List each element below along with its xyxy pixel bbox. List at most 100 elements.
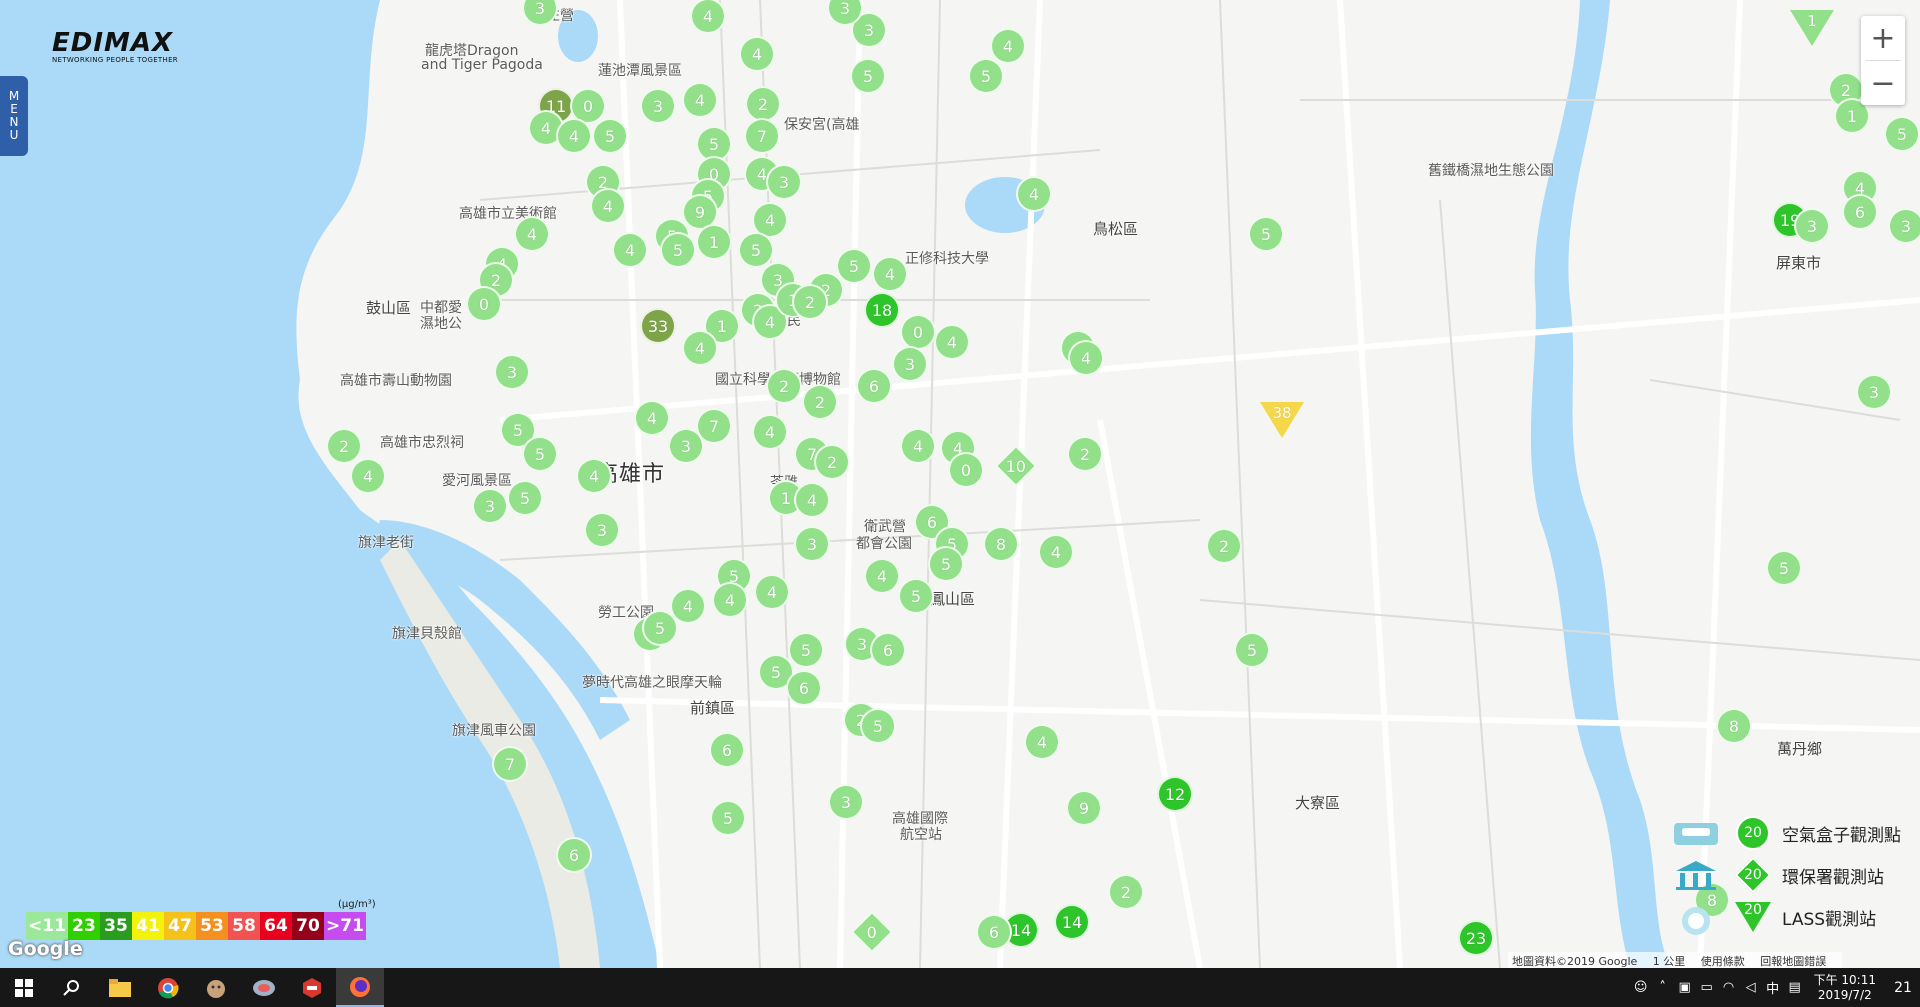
app-icon-red[interactable] — [288, 968, 336, 1007]
airbox-marker[interactable]: 4 — [350, 458, 386, 494]
attribution-terms-link[interactable]: 使用條款 — [1701, 955, 1745, 968]
zoom-out-button[interactable]: − — [1861, 61, 1905, 105]
airbox-marker[interactable]: 33 — [640, 308, 676, 344]
keyboard-icon[interactable]: ▤ — [1784, 980, 1806, 995]
chrome-icon[interactable] — [144, 968, 192, 1007]
airbox-marker[interactable]: 3 — [1794, 208, 1830, 244]
airbox-marker[interactable]: 5 — [642, 610, 678, 646]
airbox-marker[interactable]: 6 — [976, 914, 1012, 950]
airbox-marker[interactable]: 4 — [682, 82, 718, 118]
airbox-marker[interactable]: 5 — [507, 480, 543, 516]
airbox-marker[interactable]: 3 — [794, 526, 830, 562]
airbox-marker[interactable]: 3 — [892, 346, 928, 382]
file-explorer-icon[interactable] — [96, 968, 144, 1007]
airbox-marker[interactable]: 9 — [1066, 790, 1102, 826]
airbox-marker[interactable]: 5 — [788, 632, 824, 668]
airbox-marker[interactable]: 5 — [860, 708, 896, 744]
airbox-marker[interactable]: 8 — [1716, 708, 1752, 744]
airbox-marker[interactable]: 8 — [983, 526, 1019, 562]
airbox-marker[interactable]: 2 — [814, 444, 850, 480]
airbox-marker[interactable]: 6 — [709, 732, 745, 768]
airbox-marker[interactable]: 5 — [592, 118, 628, 154]
airbox-marker[interactable]: 4 — [990, 28, 1026, 64]
airbox-marker[interactable]: 23 — [1458, 920, 1494, 956]
airbox-marker[interactable]: 5 — [522, 436, 558, 472]
airbox-marker[interactable]: 4 — [754, 574, 790, 610]
search-icon[interactable] — [48, 968, 96, 1007]
airbox-marker[interactable]: 2 — [792, 284, 828, 320]
volume-icon[interactable]: ◁ — [1740, 980, 1762, 995]
security-icon[interactable]: ▣ — [1674, 980, 1696, 995]
app-icon-mouse[interactable] — [240, 968, 288, 1007]
airbox-marker[interactable]: 2 — [1067, 436, 1103, 472]
airbox-marker[interactable]: 3 — [1888, 208, 1920, 244]
airbox-marker[interactable]: 3 — [668, 428, 704, 464]
attribution-report-link[interactable]: 回報地圖錯誤 — [1760, 955, 1826, 968]
airbox-marker[interactable]: 2 — [766, 368, 802, 404]
airbox-marker[interactable]: 6 — [870, 632, 906, 668]
airbox-marker[interactable]: 5 — [1234, 632, 1270, 668]
airbox-marker[interactable]: 5 — [710, 800, 746, 836]
airbox-marker[interactable]: 3 — [640, 88, 676, 124]
airbox-marker[interactable]: 6 — [856, 368, 892, 404]
airbox-marker[interactable]: 3 — [1856, 374, 1892, 410]
map-canvas[interactable]: 龍虎塔Dragon and Tiger Pagoda 蓮池潭風景區 左營 高雄市立美術館… — [0, 0, 1920, 968]
people-icon[interactable]: ☺ — [1630, 980, 1652, 995]
app-icon-fox[interactable] — [192, 968, 240, 1007]
airbox-marker[interactable]: 5 — [898, 578, 934, 614]
network-icon[interactable]: ◠ — [1718, 980, 1740, 995]
airbox-marker[interactable]: 6 — [1842, 194, 1878, 230]
airbox-marker[interactable]: 4 — [682, 330, 718, 366]
airbox-marker[interactable]: 4 — [752, 414, 788, 450]
airbox-marker[interactable]: 5 — [836, 248, 872, 284]
airbox-marker[interactable]: 4 — [864, 558, 900, 594]
airbox-marker[interactable]: 5 — [1884, 116, 1920, 152]
airbox-marker[interactable]: 5 — [660, 232, 696, 268]
airbox-marker[interactable]: 7 — [744, 118, 780, 154]
airbox-marker[interactable]: 1 — [696, 224, 732, 260]
airbox-marker[interactable]: 4 — [872, 256, 908, 292]
airbox-marker[interactable]: 6 — [556, 837, 592, 873]
ime-indicator[interactable]: 中 — [1762, 978, 1784, 997]
airbox-marker[interactable]: 4 — [934, 324, 970, 360]
airbox-marker[interactable]: 2 — [802, 384, 838, 420]
airbox-marker[interactable]: 4 — [576, 458, 612, 494]
airbox-marker[interactable]: 4 — [514, 216, 550, 252]
airbox-marker[interactable]: 3 — [766, 164, 802, 200]
airbox-marker[interactable]: 4 — [900, 428, 936, 464]
airbox-marker[interactable]: 2 — [326, 428, 362, 464]
lass-station-marker[interactable]: 1 — [1790, 10, 1834, 46]
airbox-marker[interactable]: 5 — [1248, 216, 1284, 252]
airbox-marker[interactable]: 7 — [492, 746, 528, 782]
airbox-marker[interactable]: 4 — [556, 118, 592, 154]
airbox-marker[interactable]: 3 — [494, 354, 530, 390]
airbox-marker[interactable]: 4 — [1068, 340, 1104, 376]
lass-station-marker[interactable]: 38 — [1260, 402, 1304, 438]
airbox-marker[interactable]: 12 — [1157, 776, 1193, 812]
battery-icon[interactable]: ▭ — [1696, 980, 1718, 995]
airbox-marker[interactable]: 2 — [1206, 528, 1242, 564]
airbox-marker[interactable]: 4 — [794, 482, 830, 518]
airbox-marker[interactable]: 5 — [850, 58, 886, 94]
notification-center-button[interactable]: 21 — [1886, 968, 1920, 1007]
airbox-marker[interactable]: 4 — [590, 188, 626, 224]
airbox-marker[interactable]: 0 — [900, 314, 936, 350]
windows-start-icon[interactable] — [0, 968, 48, 1007]
airbox-marker[interactable]: 4 — [712, 582, 748, 618]
airbox-marker[interactable]: 3 — [472, 488, 508, 524]
airbox-marker[interactable]: 4 — [1024, 724, 1060, 760]
airbox-marker[interactable]: 4 — [739, 36, 775, 72]
airbox-marker[interactable]: 5 — [928, 546, 964, 582]
airbox-marker[interactable]: 0 — [466, 286, 502, 322]
airbox-marker[interactable]: 4 — [1016, 176, 1052, 212]
airbox-marker[interactable]: 0 — [948, 452, 984, 488]
clock[interactable]: 下午 10:11 2019/7/2 — [1814, 973, 1876, 1003]
firefox-icon[interactable] — [336, 968, 384, 1007]
airbox-marker[interactable]: 4 — [1038, 534, 1074, 570]
airbox-marker[interactable]: 5 — [968, 58, 1004, 94]
airbox-marker[interactable]: 2 — [1108, 874, 1144, 910]
airbox-marker[interactable]: 3 — [828, 784, 864, 820]
airbox-marker[interactable]: 4 — [634, 400, 670, 436]
zoom-in-button[interactable]: + — [1861, 16, 1905, 60]
airbox-marker[interactable]: 6 — [786, 670, 822, 706]
